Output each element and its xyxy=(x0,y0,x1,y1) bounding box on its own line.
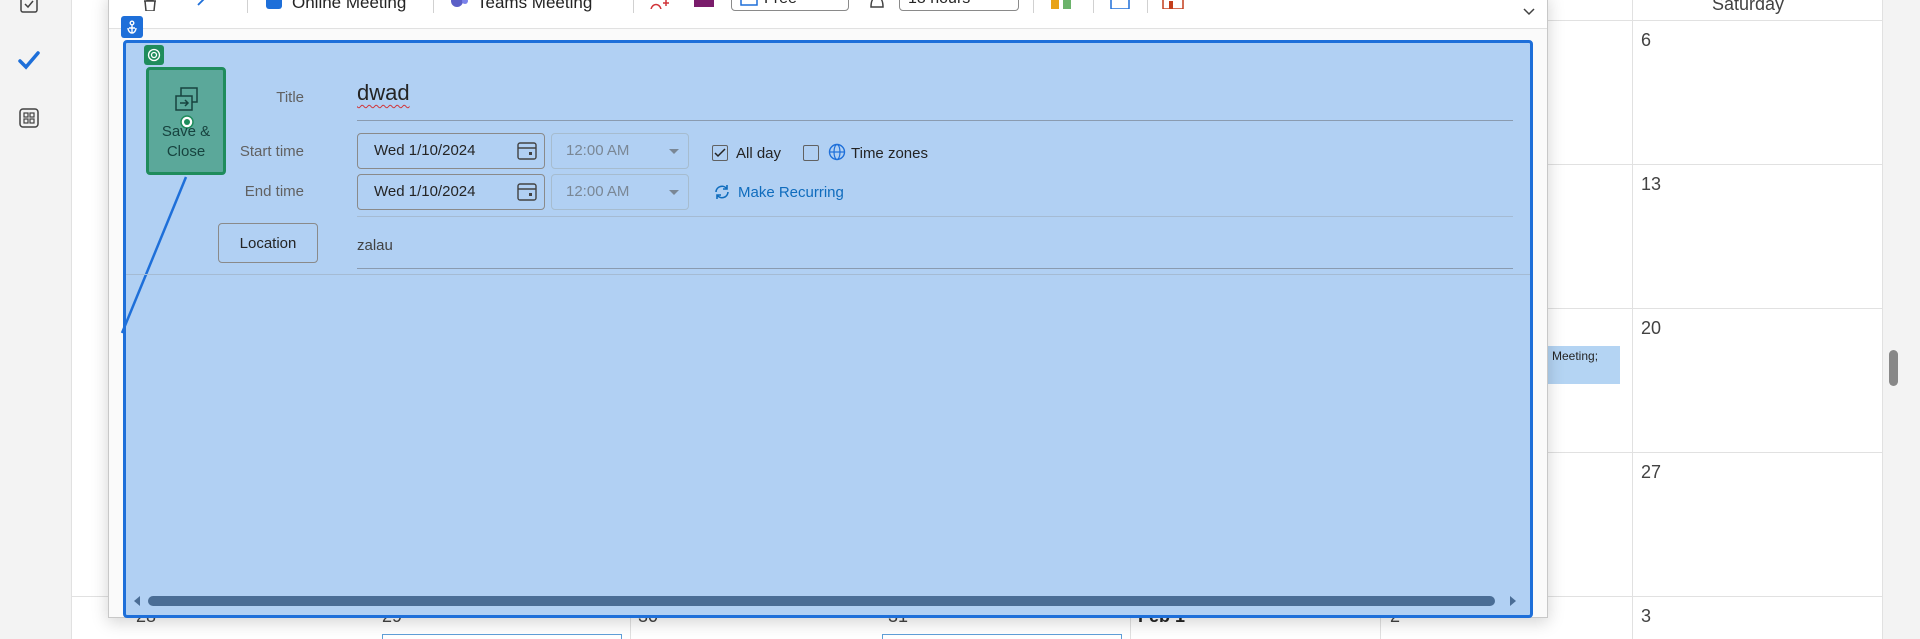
day-number[interactable]: 6 xyxy=(1641,30,1651,51)
category-icon[interactable] xyxy=(694,0,714,7)
ribbon-separator xyxy=(1147,0,1148,13)
ribbon-separator xyxy=(1033,0,1034,13)
vertical-scrollbar-thumb[interactable] xyxy=(1889,350,1898,386)
calendar-icon[interactable] xyxy=(516,141,538,161)
app-bar xyxy=(0,0,72,639)
calendar-event[interactable]: Meeting; xyxy=(1548,346,1620,384)
day-number[interactable]: 3 xyxy=(1641,606,1651,627)
time-zones-label[interactable]: Time zones xyxy=(851,145,928,162)
show-as-dropdown[interactable]: Free xyxy=(731,0,849,11)
scroll-left-icon[interactable] xyxy=(132,596,142,606)
grid-line xyxy=(1882,0,1883,639)
chevron-down-icon xyxy=(669,190,679,195)
ribbon-separator xyxy=(1093,0,1094,13)
outlook-window: Saturday 6 13 20 27 3 28 29 30 31 Feb 1 … xyxy=(0,0,1920,639)
horizontal-scrollbar[interactable] xyxy=(132,593,1524,609)
todo-check-icon[interactable] xyxy=(17,0,41,18)
all-day-checkbox[interactable] xyxy=(712,145,728,161)
day-number[interactable]: 27 xyxy=(1641,462,1661,483)
all-day-label: All day xyxy=(736,145,782,162)
start-time-label: Start time xyxy=(239,143,304,160)
scroll-right-icon[interactable] xyxy=(1508,596,1518,606)
end-date-value: Wed 1/10/2024 xyxy=(374,183,476,200)
weekday-header-saturday: Saturday xyxy=(1712,0,1785,14)
grid-line xyxy=(1512,164,1882,165)
insights-icon[interactable] xyxy=(1161,0,1185,9)
title-input[interactable]: dwad xyxy=(357,80,410,106)
globe-icon xyxy=(828,143,846,161)
grid-line xyxy=(1512,308,1882,309)
delete-icon[interactable] xyxy=(141,0,159,11)
start-time-dropdown[interactable]: 12:00 AM xyxy=(551,133,689,169)
invite-attendees-icon[interactable] xyxy=(649,0,671,9)
end-time-value: 12:00 AM xyxy=(566,183,630,200)
event-details-pane: Save & Close Title dwad Start time Wed 1… xyxy=(120,40,1533,618)
grid-line xyxy=(1632,0,1633,639)
teams-meeting-button[interactable]: Teams Meeting xyxy=(449,0,593,12)
reminder-dropdown[interactable]: 18 hours xyxy=(899,0,1019,11)
target-icon xyxy=(147,48,161,62)
chevron-down-icon xyxy=(669,149,679,154)
start-time-value: 12:00 AM xyxy=(566,142,630,159)
title-label: Title xyxy=(276,89,304,106)
show-as-icon xyxy=(740,0,758,6)
online-meeting-icon xyxy=(266,0,282,9)
reminder-value: 18 hours xyxy=(908,0,970,8)
show-as-value: Free xyxy=(764,0,797,8)
title-underline xyxy=(357,120,1513,121)
calendar-event[interactable] xyxy=(382,634,622,639)
divider xyxy=(357,216,1513,217)
end-time-label: End time xyxy=(244,183,304,200)
location-input[interactable]: zalau xyxy=(357,237,393,254)
end-time-dropdown[interactable]: 12:00 AM xyxy=(551,174,689,210)
save-close-button[interactable]: Save & Close xyxy=(146,67,226,175)
end-date-picker[interactable]: Wed 1/10/2024 xyxy=(357,174,545,210)
checkmark-icon[interactable] xyxy=(17,48,41,72)
anchor-badge xyxy=(121,16,143,38)
make-recurring-link[interactable]: Make Recurring xyxy=(738,184,844,201)
chevron-down-icon[interactable] xyxy=(1521,3,1537,19)
ribbon-separator xyxy=(433,0,434,13)
checkmark-icon xyxy=(714,148,726,158)
forward-icon[interactable] xyxy=(194,0,212,9)
divider xyxy=(126,274,1530,275)
grid-line xyxy=(1512,20,1882,21)
scheduling-assistant-icon[interactable] xyxy=(1049,0,1075,9)
time-zones-checkbox[interactable] xyxy=(803,145,819,161)
apps-grid-icon[interactable] xyxy=(17,106,41,130)
ribbon-separator xyxy=(633,0,634,13)
day-number[interactable]: 13 xyxy=(1641,174,1661,195)
online-meeting-button[interactable]: Online Meeting xyxy=(264,0,407,12)
grid-line xyxy=(1512,452,1882,453)
tracking-icon[interactable] xyxy=(1109,0,1131,9)
start-date-value: Wed 1/10/2024 xyxy=(374,142,476,159)
start-date-picker[interactable]: Wed 1/10/2024 xyxy=(357,133,545,169)
online-meeting-label: Online Meeting xyxy=(292,0,407,12)
day-number[interactable]: 20 xyxy=(1641,318,1661,339)
reminder-bell-icon xyxy=(870,0,884,8)
calendar-event[interactable] xyxy=(882,634,1122,639)
anchor-icon xyxy=(127,20,137,34)
location-underline xyxy=(357,268,1513,269)
calendar-icon[interactable] xyxy=(516,182,538,202)
recurring-icon[interactable] xyxy=(712,182,732,202)
teams-icon xyxy=(451,0,468,7)
save-close-label: Save & Close xyxy=(161,123,211,160)
target-badge xyxy=(144,45,164,65)
ribbon-toolbar: Online Meeting Teams Meeting xyxy=(109,0,1547,29)
location-button[interactable]: Location xyxy=(218,223,318,263)
save-close-icon xyxy=(175,87,198,111)
ribbon-separator xyxy=(247,0,248,13)
location-button-label: Location xyxy=(239,234,297,252)
title-value: dwad xyxy=(357,80,410,105)
teams-meeting-label: Teams Meeting xyxy=(477,0,593,12)
horizontal-scrollbar-thumb[interactable] xyxy=(148,596,1495,606)
